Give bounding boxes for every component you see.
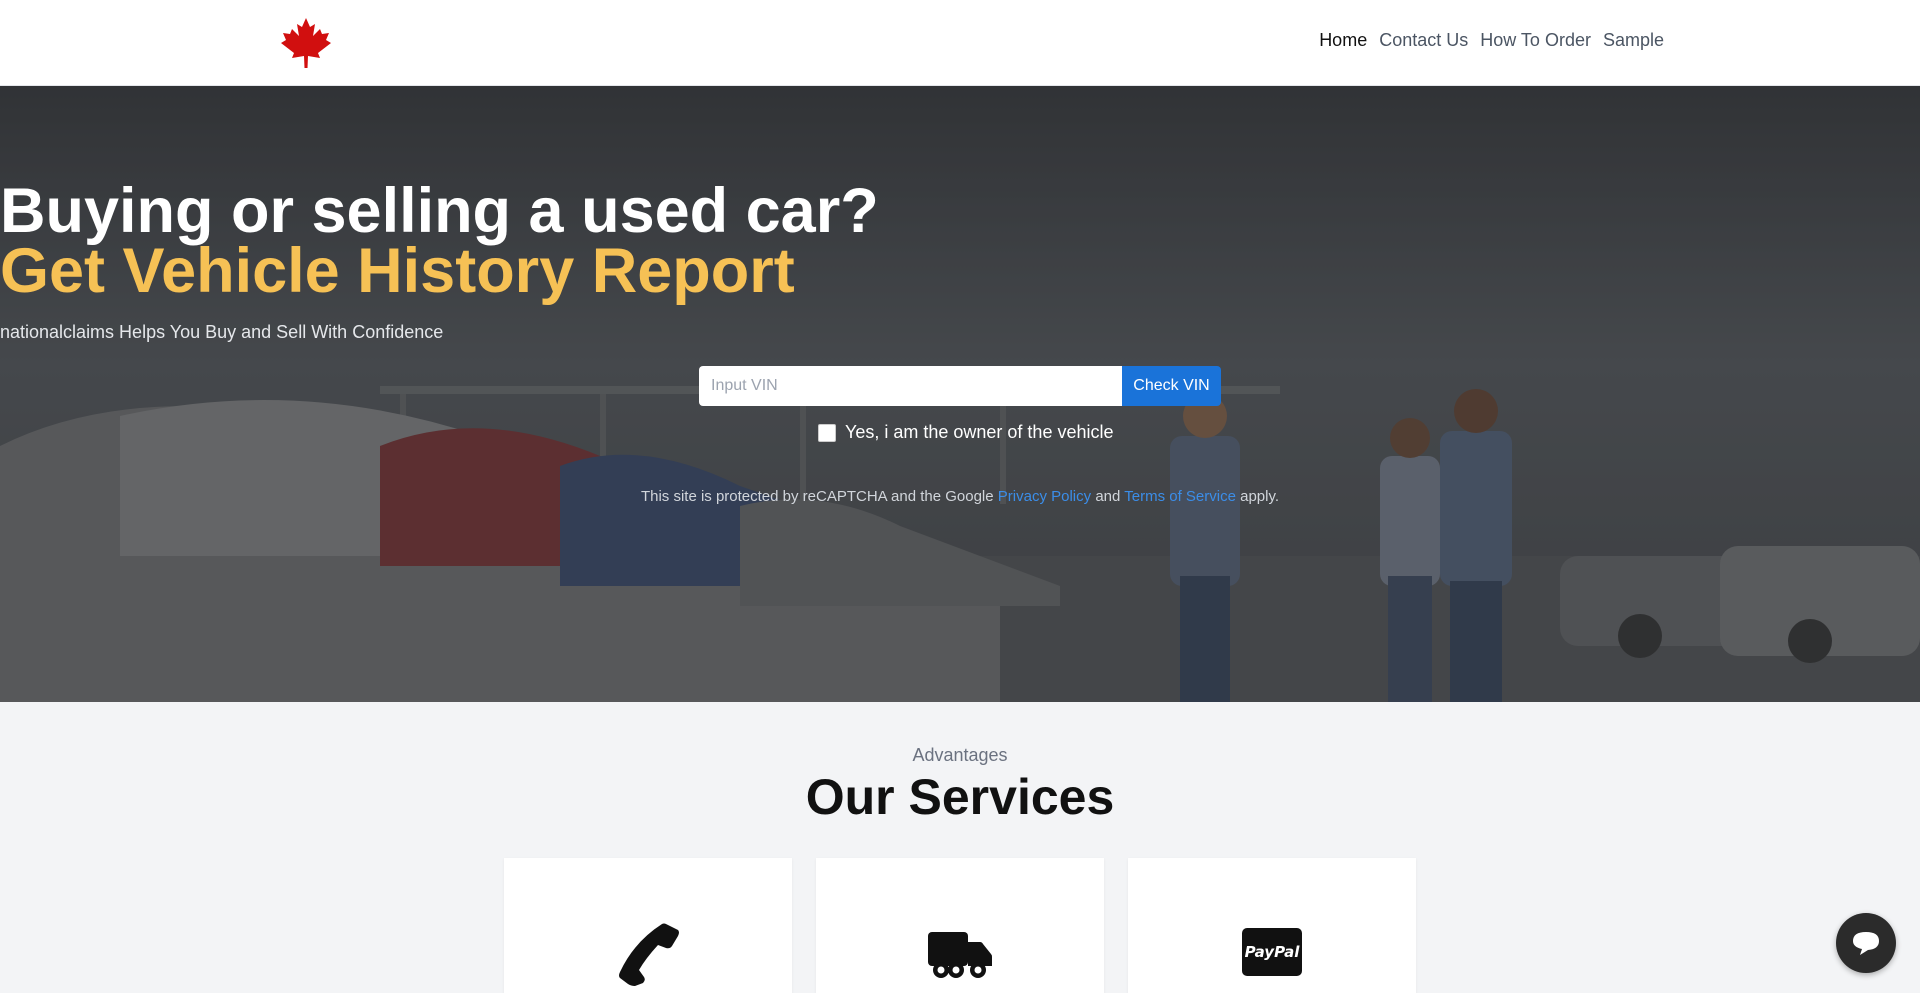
- main-nav: Home Contact Us How To Order Sample: [1319, 30, 1664, 51]
- maple-leaf-icon[interactable]: [280, 18, 332, 68]
- chat-button[interactable]: [1836, 913, 1896, 973]
- check-vin-button[interactable]: Check VIN: [1122, 366, 1221, 406]
- owner-checkbox-label[interactable]: Yes, i am the owner of the vehicle: [845, 422, 1114, 443]
- hero-section: Buying or selling a used car? Get Vehicl…: [0, 86, 1920, 702]
- privacy-policy-link[interactable]: Privacy Policy: [998, 488, 1091, 505]
- owner-checkbox-row: Yes, i am the owner of the vehicle: [818, 422, 1114, 443]
- hero-title-highlight: Get Vehicle History Report: [0, 236, 795, 306]
- nav-home[interactable]: Home: [1319, 30, 1367, 51]
- nav-how-to-order[interactable]: How To Order: [1480, 30, 1591, 51]
- nav-sample[interactable]: Sample: [1603, 30, 1664, 51]
- vin-search-form: Check VIN: [699, 366, 1221, 406]
- recaptcha-suffix: apply.: [1240, 488, 1280, 505]
- site-header: Home Contact Us How To Order Sample: [0, 0, 1920, 86]
- recaptcha-notice: This site is protected by reCAPTCHA and …: [0, 488, 1920, 505]
- services-title: Our Services: [805, 769, 1115, 825]
- hero-subtitle: nationalclaims Helps You Buy and Sell Wi…: [0, 322, 444, 342]
- chat-icon: [1853, 932, 1879, 955]
- service-card-payment: PayPal: [1128, 858, 1416, 993]
- vin-input[interactable]: [699, 366, 1122, 406]
- service-card-phone: [504, 858, 792, 993]
- terms-of-service-link[interactable]: Terms of Service: [1124, 488, 1236, 505]
- owner-checkbox[interactable]: [818, 423, 836, 442]
- phone-icon: [616, 922, 680, 986]
- service-card-delivery: [816, 858, 1104, 993]
- paypal-icon: PayPal: [1240, 922, 1304, 986]
- services-kicker: Advantages: [912, 745, 1008, 765]
- recaptcha-and: and: [1095, 488, 1121, 505]
- hero-title: Buying or selling a used car?: [0, 176, 879, 246]
- recaptcha-prefix: This site is protected by reCAPTCHA and …: [640, 488, 994, 505]
- truck-icon: [928, 922, 992, 986]
- svg-text:PayPal: PayPal: [1245, 943, 1301, 961]
- nav-contact-us[interactable]: Contact Us: [1379, 30, 1468, 51]
